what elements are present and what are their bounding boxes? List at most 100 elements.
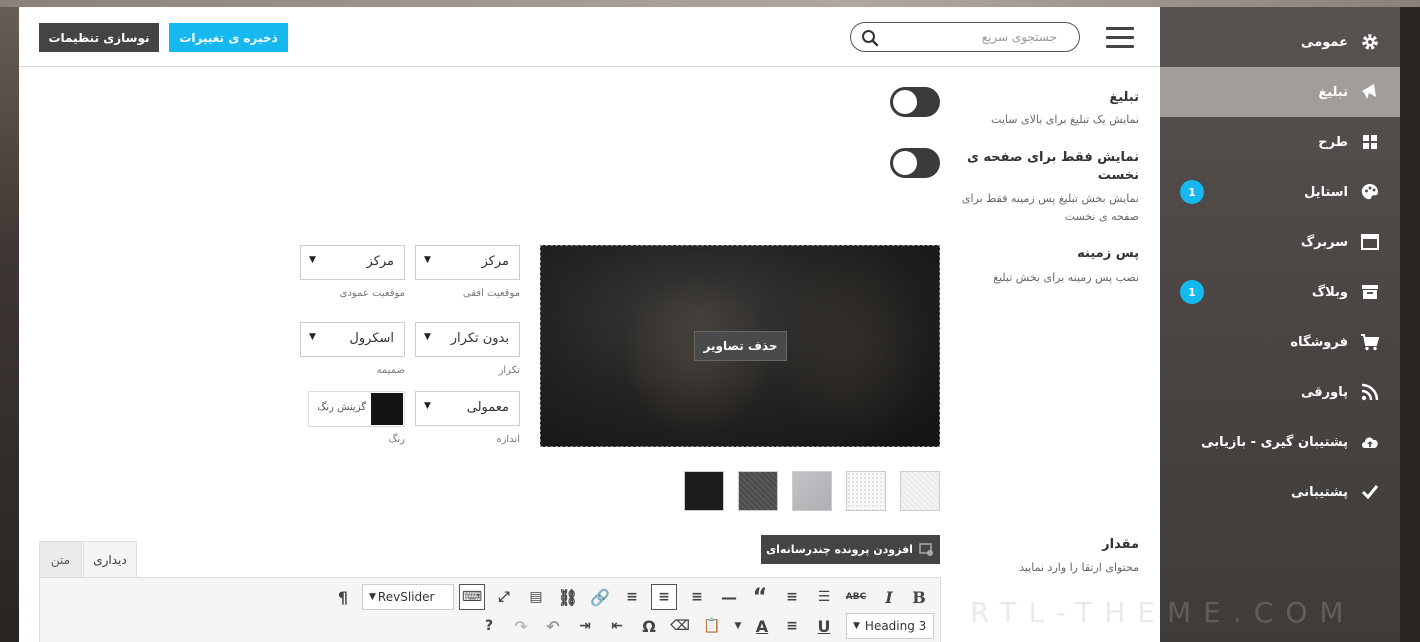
dropdown-arrow-icon: ▼ [309,332,316,342]
dropdown-arrow-icon: ▼ [424,401,431,411]
align-left-icon[interactable]: ≡ [684,584,710,610]
content-editor[interactable]: B I ABC ☰ ≡ “ — ≡ ≡ ≡ 🔗 ⛓ ▤ ⤢ ⌨ ▼ RevSli… [39,577,941,642]
undo-icon[interactable]: ↶ [540,613,566,639]
pattern-swatch-4[interactable] [738,471,778,511]
outdent-icon[interactable]: ⇤ [604,613,630,639]
strikethrough-icon[interactable]: ABC [843,584,869,610]
dropdown-arrow-icon: ▼ [369,592,376,602]
content-label: مقدار [1102,537,1139,552]
sidebar-item-header[interactable]: سربرگ [1160,217,1400,267]
italic-icon[interactable]: I [876,584,902,610]
v-position-select[interactable]: مرکز ▼ [300,245,405,280]
dropdown-arrow-icon: ▼ [424,255,431,265]
search-input[interactable]: جستجوی سریع [850,22,1080,52]
pattern-swatch-3[interactable] [792,471,832,511]
redo-icon[interactable]: ↷ [508,613,534,639]
text-color-icon[interactable]: A [749,613,775,639]
text-color-dropdown-icon[interactable]: ▼ [730,613,746,639]
cloud-upload-icon [1362,437,1378,448]
pattern-swatch-2[interactable] [846,471,886,511]
tab-text[interactable]: متن [39,541,82,577]
align-center-icon[interactable]: ≡ [651,584,677,610]
horizontal-line-icon[interactable]: — [716,584,742,610]
color-label: رنگ [388,434,405,445]
sidebar-item-label: پاورقی [1301,384,1348,400]
homepage-only-desc: نمایش بخش تبلیغ پس زمینه فقط برای صفحه ی… [961,192,1139,223]
ad-label: تبلیغ [1109,90,1139,105]
dropdown-arrow-icon: ▼ [424,332,431,342]
sidebar-item-backup[interactable]: پشتیبان گیری - بازیابی [1160,417,1400,467]
repeat-select[interactable]: بدون تکرار ▼ [415,322,520,357]
v-position-value: مرکز [366,254,395,269]
background-image-preview[interactable]: حذف تصاویر [540,245,940,447]
add-media-button[interactable]: افزودن پرونده چندرسانه‌ای [761,535,940,564]
bold-icon[interactable]: B [906,584,932,610]
size-select[interactable]: معمولی ▼ [415,391,520,426]
paragraph-icon[interactable]: ¶ [330,584,356,610]
unlink-icon[interactable]: ⛓ [555,584,581,610]
watermark-text: RTL-THEME.COM [970,596,1356,629]
justify-icon[interactable]: ≡ [779,613,805,639]
color-picker-button[interactable]: گزینش رنگ [308,391,405,427]
fullscreen-icon[interactable]: ⤢ [491,584,517,610]
homepage-only-toggle[interactable] [890,148,940,178]
color-picker-label: گزینش رنگ [317,402,366,413]
h-position-select[interactable]: مرکز ▼ [415,245,520,280]
sidebar-item-label: پشتیبان گیری - بازیابی [1201,434,1348,450]
settings-sidebar: عمومی تبلیغ طرح 1 استایل سربرگ 1 وبلاگ ف… [1160,7,1400,642]
sidebar-item-footer[interactable]: پاورقی [1160,367,1400,417]
h-position-label: موقعیت افقی [462,288,520,299]
paste-as-text-icon[interactable]: 📋 [699,613,725,639]
toolbar-toggle-icon[interactable]: ⌨ [459,584,485,610]
ad-toggle[interactable] [890,87,940,117]
repeat-value: بدون تکرار [450,331,509,346]
tab-visual[interactable]: دیداری [83,541,137,578]
read-more-icon[interactable]: ▤ [523,584,549,610]
format-select[interactable]: ▼ Heading 3 [846,613,934,639]
shortcode-select[interactable]: ▼ RevSlider [362,584,454,610]
reset-settings-button[interactable]: نوسازی تنظیمات [39,23,159,52]
sidebar-item-blog[interactable]: 1 وبلاگ [1160,267,1400,317]
save-changes-button[interactable]: ذخیره ی تغییرات [169,23,288,52]
blockquote-icon[interactable]: “ [747,584,773,610]
sidebar-item-ad[interactable]: تبلیغ [1160,67,1400,117]
megaphone-icon [1362,84,1376,99]
settings-panel: نوسازی تنظیمات ذخیره ی تغییرات جستجوی سر… [19,7,1160,642]
sidebar-item-label: عمومی [1301,34,1348,50]
pattern-swatch-1[interactable] [900,471,940,511]
sidebar-item-support[interactable]: پشتیبانی [1160,467,1400,517]
sidebar-item-shop[interactable]: فروشگاه [1160,317,1400,367]
h-position-value: مرکز [481,254,510,269]
special-character-icon[interactable]: Ω [636,613,662,639]
attachment-select[interactable]: اسکرول ▼ [300,322,405,357]
search-placeholder: جستجوی سریع [981,30,1057,44]
window-right-edge [1400,7,1420,642]
size-value: معمولی [466,400,509,415]
sidebar-item-style[interactable]: 1 استایل [1160,167,1400,217]
dropdown-arrow-icon: ▼ [309,255,316,265]
pattern-swatch-5[interactable] [684,471,724,511]
align-right-icon[interactable]: ≡ [619,584,645,610]
remove-images-button[interactable]: حذف تصاویر [694,331,787,361]
archive-icon [1362,285,1378,299]
sidebar-item-label: تبلیغ [1318,84,1348,100]
bullet-list-icon[interactable]: ☰ [811,584,837,610]
clear-formatting-icon[interactable]: ⌫ [667,613,693,639]
indent-icon[interactable]: ⇥ [572,613,598,639]
menu-toggle-icon[interactable] [1106,27,1134,49]
homepage-only-label: نمایش فقط برای صفحه ی نخست [966,150,1139,183]
numbered-list-icon[interactable]: ≡ [779,584,805,610]
shortcode-select-value: RevSlider [377,590,435,604]
add-media-label: افزودن پرونده چندرسانه‌ای [766,543,913,556]
attachment-label: ضمیمه [376,365,405,376]
media-icon [919,542,933,556]
sidebar-item-layout[interactable]: طرح [1160,117,1400,167]
help-icon[interactable]: ? [476,613,502,639]
sidebar-item-label: سربرگ [1300,234,1348,250]
underline-icon[interactable]: U [811,613,837,639]
color-swatch [371,393,403,425]
sidebar-item-general[interactable]: عمومی [1160,17,1400,67]
link-icon[interactable]: 🔗 [587,584,613,610]
search-icon[interactable] [861,29,879,47]
repeat-label: تکرار [498,365,520,376]
